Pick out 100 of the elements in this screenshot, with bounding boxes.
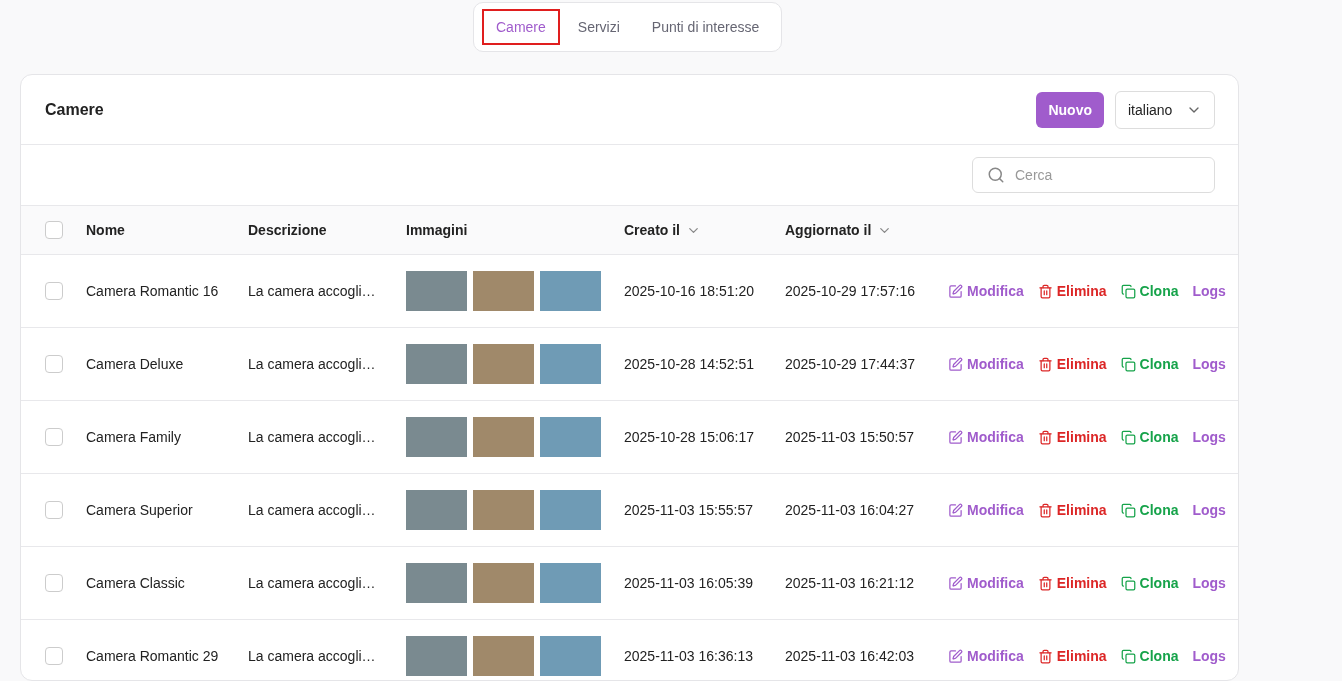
table-cell: Camera Deluxe: [86, 356, 184, 372]
row-checkbox[interactable]: [45, 501, 63, 520]
edit-link[interactable]: Modifica: [948, 502, 1024, 518]
delete-link[interactable]: Elimina: [1037, 575, 1107, 591]
table-cell: 2025-11-03 16:04:27: [785, 502, 914, 518]
clone-link[interactable]: Clona: [1120, 429, 1179, 445]
column-header[interactable]: Creato il: [624, 222, 701, 238]
edit-icon: [948, 356, 963, 372]
photo-placeholder: [406, 563, 467, 603]
copy-icon: [1120, 502, 1136, 518]
new-button[interactable]: Nuovo: [1036, 91, 1104, 128]
table-cell: 2025-11-03 15:55:57: [624, 502, 753, 518]
photo-placeholder: [406, 636, 467, 676]
delete-link[interactable]: Elimina: [1037, 429, 1107, 445]
edit-icon: [948, 502, 963, 518]
trash-icon: [1037, 575, 1053, 591]
table-cell: Camera Family: [86, 429, 181, 445]
search-field[interactable]: Cerca: [972, 157, 1215, 193]
logs-link[interactable]: Logs: [1192, 575, 1226, 591]
edit-link[interactable]: Modifica: [948, 648, 1024, 664]
logs-link[interactable]: Logs: [1192, 356, 1226, 372]
photo-placeholder: [473, 344, 534, 384]
photo-placeholder: [540, 417, 601, 457]
logs-link[interactable]: Logs: [1192, 429, 1226, 445]
photo-placeholder: [473, 636, 534, 676]
photo-placeholder: [540, 636, 601, 676]
edit-link[interactable]: Modifica: [948, 283, 1024, 299]
table-cell: 2025-10-29 17:57:16: [785, 283, 915, 299]
table-cell: 2025-10-28 15:06:17: [624, 429, 754, 445]
clone-link[interactable]: Clona: [1120, 575, 1179, 591]
copy-icon: [1120, 283, 1136, 299]
copy-icon: [1120, 648, 1136, 664]
photo-placeholder: [406, 271, 467, 311]
trash-icon: [1037, 502, 1053, 518]
photo-placeholder: [540, 271, 601, 311]
table-cell: 2025-11-03 16:42:03: [785, 648, 914, 664]
edit-icon: [948, 648, 963, 664]
table-cell: 2025-10-29 17:44:37: [785, 356, 915, 372]
table-cell: 2025-11-03 16:21:12: [785, 575, 914, 591]
photo-placeholder: [473, 563, 534, 603]
photo-placeholder: [540, 490, 601, 530]
table-cell: 2025-11-03 16:05:39: [624, 575, 753, 591]
table-cell: 2025-10-16 18:51:20: [624, 283, 754, 299]
column-header: Descrizione: [248, 222, 327, 238]
row-checkbox[interactable]: [45, 282, 63, 301]
delete-link[interactable]: Elimina: [1037, 283, 1107, 299]
clone-link[interactable]: Clona: [1120, 648, 1179, 664]
edit-icon: [948, 283, 963, 299]
photo-placeholder: [406, 417, 467, 457]
language-select[interactable]: italiano: [1115, 90, 1215, 129]
row-checkbox[interactable]: [45, 647, 63, 666]
table-cell: Camera Classic: [86, 575, 185, 591]
edit-icon: [948, 429, 963, 445]
table-cell: 2025-11-03 15:50:57: [785, 429, 914, 445]
tab[interactable]: Camere: [482, 9, 560, 45]
clone-link[interactable]: Clona: [1120, 356, 1179, 372]
logs-link[interactable]: Logs: [1192, 283, 1226, 299]
card-title: Camere: [45, 100, 104, 119]
photo-placeholder: [540, 344, 601, 384]
edit-icon: [948, 575, 963, 591]
photo-placeholder: [473, 271, 534, 311]
table-cell: La camera accogli…: [248, 356, 376, 372]
row-checkbox[interactable]: [45, 574, 63, 593]
photo-placeholder: [540, 563, 601, 603]
table-cell: 2025-10-28 14:52:51: [624, 356, 754, 372]
trash-icon: [1037, 429, 1053, 445]
copy-icon: [1120, 429, 1136, 445]
table-cell: La camera accogli…: [248, 283, 376, 299]
table-cell: Camera Romantic 29: [86, 648, 219, 664]
delete-link[interactable]: Elimina: [1037, 502, 1107, 518]
table-cell: La camera accogli…: [248, 648, 376, 664]
table-cell: La camera accogli…: [248, 575, 376, 591]
column-header: Immagini: [406, 222, 468, 238]
tab[interactable]: Servizi: [563, 9, 634, 45]
table-cell: La camera accogli…: [248, 429, 376, 445]
tab[interactable]: Punti di interesse: [637, 9, 774, 45]
logs-link[interactable]: Logs: [1192, 502, 1226, 518]
table-cell: 2025-11-03 16:36:13: [624, 648, 753, 664]
photo-placeholder: [406, 344, 467, 384]
trash-icon: [1037, 648, 1053, 664]
edit-link[interactable]: Modifica: [948, 356, 1024, 372]
table-cell: La camera accogli…: [248, 502, 376, 518]
photo-placeholder: [406, 490, 467, 530]
copy-icon: [1120, 575, 1136, 591]
select-all-checkbox[interactable]: [45, 221, 63, 240]
clone-link[interactable]: Clona: [1120, 502, 1179, 518]
row-checkbox[interactable]: [45, 355, 63, 374]
clone-link[interactable]: Clona: [1120, 283, 1179, 299]
delete-link[interactable]: Elimina: [1037, 356, 1107, 372]
table-cell: Camera Romantic 16: [86, 283, 219, 299]
logs-link[interactable]: Logs: [1192, 648, 1226, 664]
column-header: Nome: [86, 222, 125, 238]
search-icon: [987, 166, 1005, 184]
edit-link[interactable]: Modifica: [948, 429, 1024, 445]
row-checkbox[interactable]: [45, 428, 63, 447]
copy-icon: [1120, 356, 1136, 372]
edit-link[interactable]: Modifica: [948, 575, 1024, 591]
delete-link[interactable]: Elimina: [1037, 648, 1107, 664]
table-cell: Camera Superior: [86, 502, 193, 518]
photo-placeholder: [473, 490, 534, 530]
